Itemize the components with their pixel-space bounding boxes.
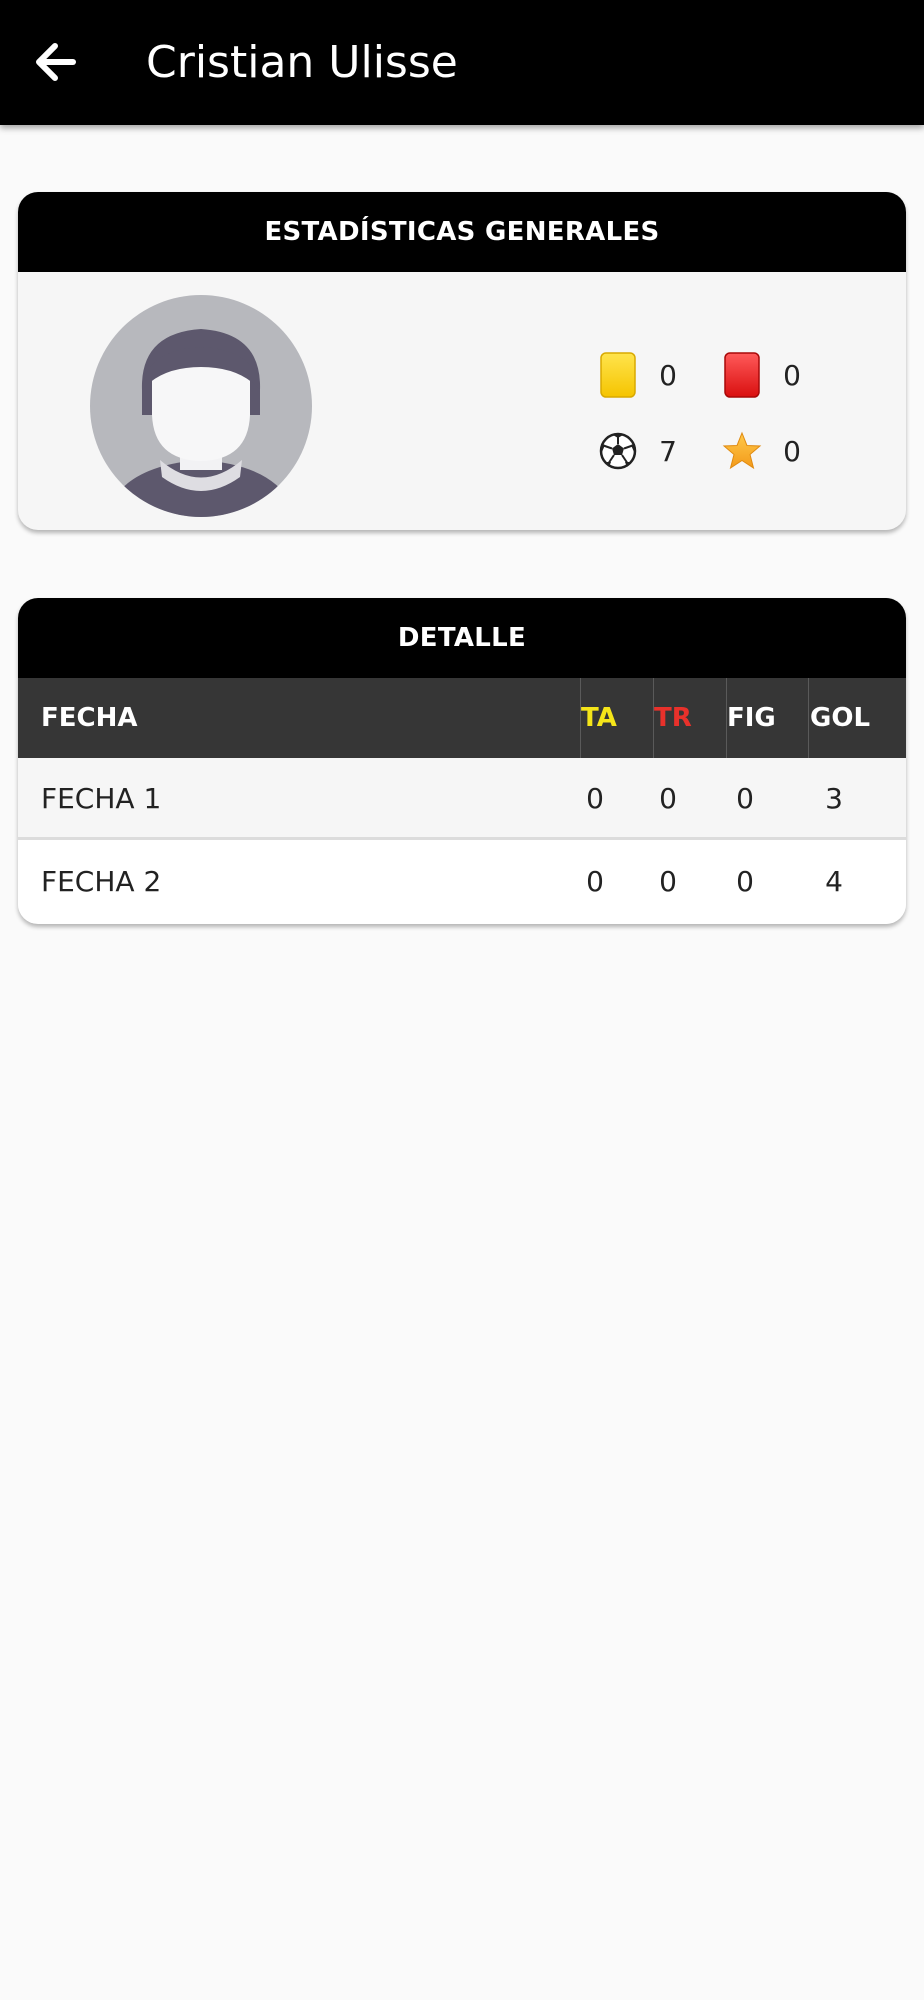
red-cards-stat: 0 xyxy=(722,352,812,398)
red-card-icon xyxy=(722,352,762,398)
table-row[interactable]: FECHA 2 0 0 0 4 xyxy=(18,841,906,923)
mvp-value: 0 xyxy=(783,434,801,468)
back-button[interactable] xyxy=(26,32,84,92)
mvp-stat: 0 xyxy=(722,428,812,474)
app-bar: Cristian Ulisse xyxy=(0,0,924,125)
cell-fecha: FECHA 1 xyxy=(41,782,162,815)
cell-fecha: FECHA 2 xyxy=(41,865,162,898)
goals-value: 7 xyxy=(659,434,677,468)
cell-fig: 0 xyxy=(736,865,754,898)
red-cards-value: 0 xyxy=(783,358,801,392)
general-stats-card: ESTADÍSTICAS GENERALES 0 0 7 0 xyxy=(18,192,906,530)
cell-fig: 0 xyxy=(736,782,754,815)
column-header-ta: TA xyxy=(581,703,617,733)
goals-stat: 7 xyxy=(598,428,688,474)
cell-tr: 0 xyxy=(659,865,677,898)
column-header-fig: FIG xyxy=(727,703,776,733)
column-header-fecha: FECHA xyxy=(41,703,138,733)
yellow-cards-value: 0 xyxy=(659,358,677,392)
arrow-left-icon xyxy=(36,43,76,81)
avatar xyxy=(90,295,312,517)
yellow-cards-stat: 0 xyxy=(598,352,688,398)
detail-title: DETALLE xyxy=(18,598,906,678)
cell-ta: 0 xyxy=(586,865,604,898)
cell-ta: 0 xyxy=(586,782,604,815)
page-title: Cristian Ulisse xyxy=(146,37,458,88)
cell-gol: 3 xyxy=(825,782,843,815)
cell-tr: 0 xyxy=(659,782,677,815)
soccer-ball-icon xyxy=(598,428,638,474)
table-header: FECHA TA TR FIG GOL xyxy=(18,678,906,758)
table-row[interactable]: FECHA 1 0 0 0 3 xyxy=(18,758,906,840)
avatar-placeholder-icon xyxy=(90,295,312,517)
column-divider xyxy=(808,678,809,758)
cell-gol: 4 xyxy=(825,865,843,898)
yellow-card-icon xyxy=(598,352,638,398)
detail-card: DETALLE FECHA TA TR FIG GOL FECHA 1 0 0 … xyxy=(18,598,906,924)
column-header-gol: GOL xyxy=(810,703,871,733)
general-stats-title: ESTADÍSTICAS GENERALES xyxy=(18,192,906,272)
column-header-tr: TR xyxy=(654,703,692,733)
star-icon xyxy=(722,428,762,474)
